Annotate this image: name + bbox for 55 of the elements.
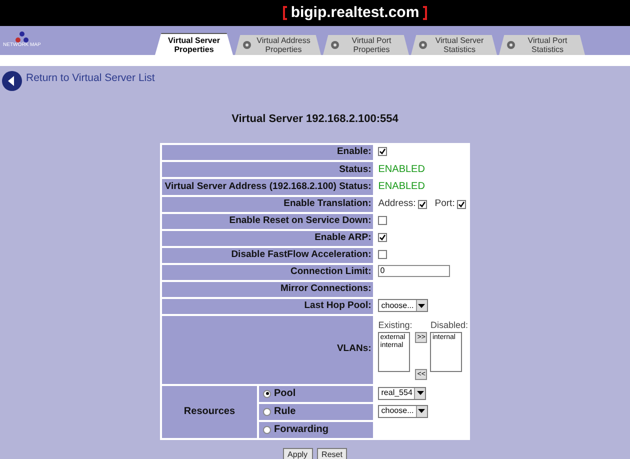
dropdown[interactable]: choose... xyxy=(378,299,428,312)
caret-icon xyxy=(418,409,426,414)
radio-button[interactable] xyxy=(263,390,271,398)
status-value: ENABLED xyxy=(378,164,425,175)
dropdown[interactable]: real_554 xyxy=(378,386,426,400)
field-label: Last Hop Pool: xyxy=(304,300,372,311)
circle-icon xyxy=(331,41,339,49)
caret-icon xyxy=(418,304,426,308)
checkbox[interactable] xyxy=(456,200,466,208)
form-button[interactable]: Apply xyxy=(282,448,313,459)
bracket-icon xyxy=(423,6,428,20)
status-value: ENABLED xyxy=(378,181,425,192)
field-label: Virtual Server Address (192.168.2.100) Status: xyxy=(164,180,372,192)
option-label: Forwarding xyxy=(274,423,328,437)
option-label: Pool xyxy=(274,387,296,401)
tab[interactable]: Virtual Port Statistics xyxy=(499,35,585,55)
field-label: Mirror Connections: xyxy=(280,282,372,294)
option-label: Address: xyxy=(378,196,416,211)
field-label: Status: xyxy=(339,164,372,174)
page-heading: Virtual Server 192.168.2.100:554 xyxy=(232,113,398,125)
field-label: Enable ARP: xyxy=(314,232,372,243)
field-label: Enable Translation: xyxy=(284,198,372,209)
field-label: Enable: xyxy=(336,146,372,158)
return-link[interactable]: Return to Virtual Server List xyxy=(26,71,155,87)
tab[interactable]: Virtual Server Statistics xyxy=(411,35,497,55)
input-field[interactable]: 0 xyxy=(378,265,450,278)
network-icon xyxy=(14,31,30,43)
tab[interactable]: Virtual Address Properties xyxy=(235,35,321,55)
option-label: Rule xyxy=(274,405,296,419)
option-label: Port: xyxy=(434,196,455,211)
dropdown[interactable]: choose... xyxy=(378,404,428,418)
checkbox[interactable] xyxy=(378,250,388,259)
form-button[interactable]: Reset xyxy=(316,448,348,459)
circle-icon xyxy=(419,41,427,49)
tab[interactable]: Virtual Port Properties xyxy=(323,35,409,55)
circle-icon xyxy=(507,41,515,49)
back-icon[interactable] xyxy=(2,71,22,91)
site-title: bigip.realtest.com xyxy=(290,2,420,23)
bracket-icon xyxy=(282,6,287,20)
checkbox[interactable] xyxy=(418,200,427,208)
checkbox[interactable] xyxy=(378,147,388,156)
field-label: Connection Limit: xyxy=(290,266,372,277)
checkbox[interactable] xyxy=(378,216,388,225)
radio-button[interactable] xyxy=(263,408,271,416)
radio-button[interactable] xyxy=(263,426,271,434)
section-label: Resources xyxy=(184,406,236,417)
field-label: Disable FastFlow Acceleration: xyxy=(231,248,372,260)
column-label: Existing: xyxy=(378,318,412,332)
column-label: Disabled: xyxy=(430,318,468,332)
field-label: Enable Reset on Service Down: xyxy=(229,214,372,226)
caret-icon xyxy=(416,391,424,396)
checkbox[interactable] xyxy=(378,232,388,242)
tab[interactable]: Virtual Server Properties xyxy=(155,33,233,55)
field-label: VLANs: xyxy=(336,343,372,354)
circle-icon xyxy=(243,41,251,49)
